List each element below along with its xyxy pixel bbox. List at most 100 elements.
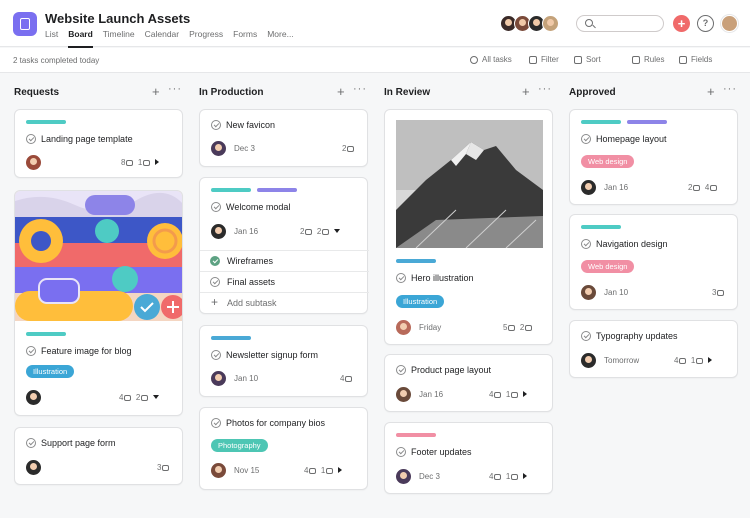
task-card[interactable]: Support page form 3 [14,427,183,485]
task-meta[interactable]: 3 [712,288,725,297]
tab-list[interactable]: List [45,28,58,42]
add-button[interactable]: + [673,15,690,32]
assignee-avatar[interactable] [211,224,226,239]
task-card[interactable]: Typography updates Tomorrow 4 1 [569,320,738,378]
task-meta[interactable]: 4 1 [489,472,527,481]
add-task-icon[interactable]: + [152,84,160,99]
more-icon[interactable]: ··· [353,83,367,95]
assignee-avatar[interactable] [211,463,226,478]
member-avatars[interactable] [500,15,559,32]
complete-checkbox[interactable] [211,350,221,360]
subtask-row[interactable]: Final assets [200,271,369,292]
task-card[interactable]: Hero illustration Illustration Friday 5 … [384,109,553,345]
assignee-avatar[interactable] [581,180,596,195]
assignee-avatar[interactable] [396,387,411,402]
filter-button[interactable]: Filter [529,55,559,64]
more-icon[interactable]: ··· [723,83,737,95]
tag-illustration[interactable]: Illustration [26,365,75,378]
task-meta[interactable]: 2 [342,144,355,153]
complete-checkbox[interactable] [211,202,221,212]
subtask-row[interactable]: Wireframes [200,250,369,271]
all-tasks-button[interactable]: All tasks [470,55,512,64]
task-meta[interactable]: 3 [157,463,170,472]
tag-photography[interactable]: Photography [211,439,268,452]
tab-forms[interactable]: Forms [233,28,257,42]
task-meta[interactable]: 4 2 [119,393,159,402]
assignee-avatar[interactable] [211,371,226,386]
color-bar [26,332,66,336]
sort-button[interactable]: Sort [574,55,601,64]
add-subtask-row[interactable]: + Add subtask [200,292,369,313]
task-meta[interactable]: 8 1 [121,158,159,167]
task-meta[interactable]: 5 2 [503,323,533,332]
rules-button[interactable]: Rules [632,55,664,64]
add-task-icon[interactable]: + [707,84,715,99]
assignee-avatar[interactable] [396,469,411,484]
tab-timeline[interactable]: Timeline [103,28,135,42]
task-card[interactable]: Welcome modal Jan 16 2 2 Wireframes Fina… [199,177,369,314]
assignee-avatar[interactable] [581,353,596,368]
user-avatar[interactable] [721,15,738,32]
tag-web-design[interactable]: Web design [581,260,635,273]
task-card[interactable]: Newsletter signup form Jan 10 4 [199,325,368,397]
tag-web-design[interactable]: Web design [581,155,635,168]
task-card[interactable]: Homepage layout Web design Jan 16 2 4 [569,109,738,205]
fields-button[interactable]: Fields [679,55,712,64]
complete-checkbox[interactable] [26,134,36,144]
subtask-count: 1 [320,466,326,475]
complete-checkbox[interactable] [26,346,36,356]
tab-board[interactable]: Board [68,28,93,48]
color-bar [26,120,66,124]
task-card[interactable]: New favicon Dec 3 2 [199,109,368,167]
task-card[interactable]: Product page layout Jan 16 4 1 [384,354,553,412]
complete-checkbox[interactable] [211,120,221,130]
expand-icon[interactable] [154,159,159,165]
add-task-icon[interactable]: + [522,84,530,99]
tab-more[interactable]: More... [267,28,293,42]
complete-checkbox[interactable] [396,273,406,283]
task-card[interactable]: Footer updates Dec 3 4 1 [384,422,553,494]
tab-calendar[interactable]: Calendar [145,28,180,42]
collapse-icon[interactable] [333,229,340,233]
assignee-avatar[interactable] [26,155,41,170]
assignee-avatar[interactable] [211,141,226,156]
task-meta[interactable]: 2 4 [688,183,718,192]
expand-icon[interactable] [522,391,527,397]
complete-checkbox[interactable] [581,331,591,341]
add-task-icon[interactable]: + [337,84,345,99]
assignee-avatar[interactable] [26,390,41,405]
task-card[interactable]: Landing page template 8 1 [14,109,183,178]
subtask-icon [322,229,330,235]
avatar[interactable] [542,15,559,32]
task-meta[interactable]: 4 [340,374,353,383]
help-icon[interactable]: ? [697,15,714,32]
assignee-avatar[interactable] [26,460,41,475]
complete-checkbox[interactable] [210,277,220,287]
expand-icon[interactable] [337,467,342,473]
more-icon[interactable]: ··· [168,83,182,95]
tab-progress[interactable]: Progress [189,28,223,42]
complete-checkbox[interactable] [396,447,406,457]
task-meta[interactable]: 4 1 [674,356,712,365]
due-date: Jan 16 [419,390,444,399]
task-meta[interactable]: 2 2 [300,227,340,236]
task-meta[interactable]: 4 1 [489,390,527,399]
complete-checkbox[interactable] [581,239,591,249]
more-icon[interactable]: ··· [538,83,552,95]
task-card[interactable]: Navigation design Web design Jan 10 3 [569,214,738,310]
task-card[interactable]: Photos for company bios Photography Nov … [199,407,368,490]
complete-checkbox[interactable] [26,438,36,448]
complete-checkbox[interactable] [211,418,221,428]
search-input[interactable] [576,15,664,32]
complete-checkbox[interactable] [581,134,591,144]
task-card[interactable]: Feature image for blog Illustration 4 2 [14,190,183,416]
collapse-icon[interactable] [152,395,159,399]
expand-icon[interactable] [522,473,527,479]
assignee-avatar[interactable] [581,285,596,300]
assignee-avatar[interactable] [396,320,411,335]
tag-illustration[interactable]: Illustration [396,295,445,308]
expand-icon[interactable] [707,357,712,363]
task-meta[interactable]: 4 1 [304,466,342,475]
complete-checkbox[interactable] [210,256,220,266]
complete-checkbox[interactable] [396,365,406,375]
